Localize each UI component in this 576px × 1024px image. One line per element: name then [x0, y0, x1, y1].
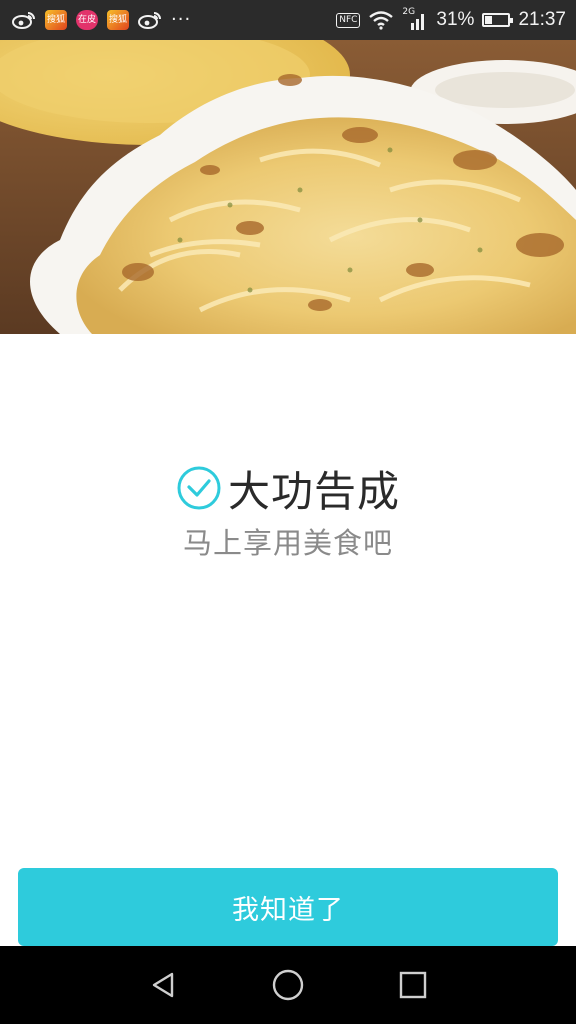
- notification-icons: 搜狐 在皮 搜狐 ···: [12, 10, 200, 30]
- success-heading: 大功告成: [0, 458, 576, 518]
- recents-button[interactable]: [391, 963, 435, 1007]
- sohu-icon: 搜狐: [45, 10, 67, 30]
- pink-app-icon: 在皮: [76, 10, 98, 30]
- clock: 21:37: [518, 9, 566, 30]
- check-circle-icon: [177, 466, 221, 510]
- nfc-icon: NFC: [336, 12, 361, 28]
- weibo-icon: [12, 12, 35, 29]
- success-title: 大功告成: [227, 466, 400, 516]
- system-indicators: NFC 2G 31% 21:37: [328, 7, 566, 31]
- battery-level-fill: [485, 16, 493, 24]
- success-subtitle: 马上享用美食吧: [182, 526, 393, 560]
- home-icon: [272, 969, 304, 1001]
- battery-percentage: 31%: [436, 9, 475, 30]
- system-navigation-bar: [0, 946, 576, 1024]
- home-button[interactable]: [266, 963, 310, 1007]
- sohu-icon: 搜狐: [107, 10, 129, 30]
- more-notifications-indicator: ···: [171, 9, 192, 30]
- battery-icon: [482, 13, 514, 27]
- potato-gratin-photo: [0, 40, 576, 334]
- wifi-icon: [369, 11, 394, 30]
- back-button[interactable]: [141, 963, 185, 1007]
- recents-icon: [400, 971, 427, 999]
- back-icon: [152, 972, 173, 998]
- status-bar: 搜狐 在皮 搜狐 ··· NFC 2G 31% 21:37: [0, 0, 576, 40]
- cell-signal-icon: 2G: [402, 7, 428, 31]
- got-it-button[interactable]: 我知道了: [18, 868, 558, 946]
- weibo-icon: [138, 12, 161, 29]
